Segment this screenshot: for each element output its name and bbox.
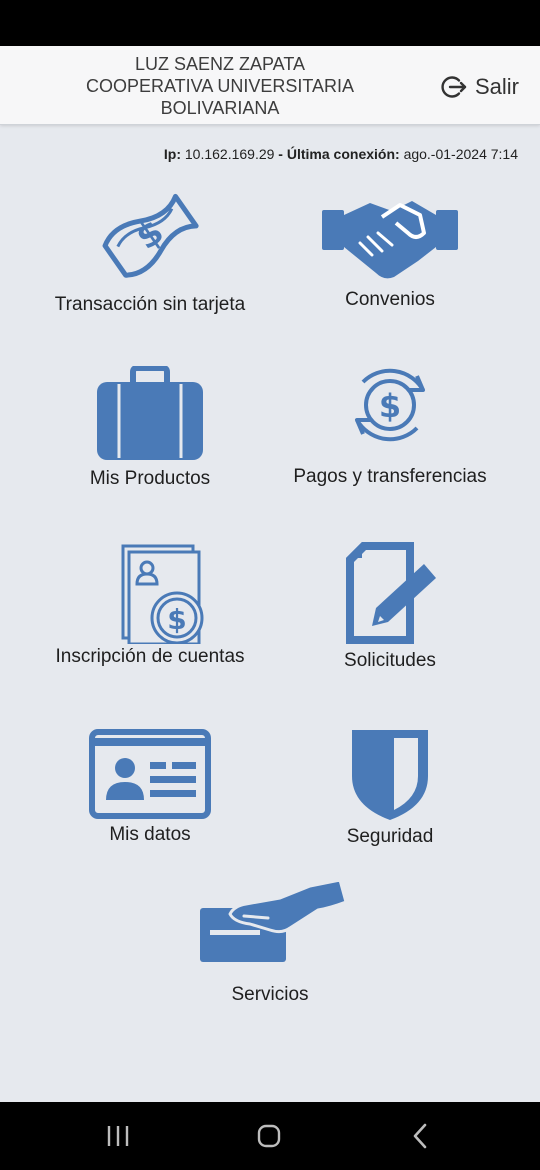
menu-item-pagos-y-transferencias[interactable]: $ Pagos y transferencias (265, 360, 515, 488)
document-edit-icon (346, 542, 436, 644)
menu-label: Mis Productos (89, 468, 211, 489)
menu-item-convenios[interactable]: Convenios (265, 185, 515, 311)
svg-text:$: $ (379, 387, 401, 425)
separator: - (274, 146, 287, 162)
id-card-icon (89, 729, 211, 819)
recent-apps-icon (107, 1126, 129, 1146)
recent-apps-button[interactable] (104, 1122, 132, 1150)
status-bar (0, 0, 540, 46)
home-icon (257, 1124, 281, 1148)
menu-item-mis-datos[interactable]: Mis datos (25, 728, 275, 846)
app-header: LUZ SAENZ ZAPATA COOPERATIVA UNIVERSITAR… (0, 46, 540, 125)
last-connection-label: Última conexión: (286, 146, 400, 162)
menu-label: Solicitudes (344, 650, 436, 671)
title-line-3: BOLIVARIANA (160, 98, 280, 118)
last-connection-value: ago.-01-2024 7:14 (403, 146, 518, 162)
account-docs-icon: $ (121, 544, 204, 644)
title-line-1: LUZ SAENZ ZAPATA (134, 54, 306, 74)
logout-icon (441, 76, 467, 98)
logout-button[interactable]: Salir (440, 72, 519, 102)
dollar-cycle-icon: $ (355, 368, 425, 442)
android-nav-bar (0, 1102, 540, 1170)
menu-item-mis-productos[interactable]: Mis Productos (25, 366, 275, 490)
page-title: LUZ SAENZ ZAPATA COOPERATIVA UNIVERSITAR… (60, 53, 380, 119)
menu-label: Seguridad (346, 826, 434, 847)
menu-item-servicios[interactable]: Servicios (145, 878, 395, 1006)
menu-label: Mis datos (109, 824, 191, 845)
menu-label: Servicios (231, 984, 309, 1005)
menu-label: Convenios (345, 289, 435, 310)
menu-item-inscripcion-de-cuentas[interactable]: $ Inscripción de cuentas (25, 542, 275, 668)
title-line-2: COOPERATIVA UNIVERSITARIA (85, 76, 355, 96)
menu-item-solicitudes[interactable]: Solicitudes (265, 540, 515, 672)
ip-label: Ip: (163, 146, 181, 162)
menu-label: Inscripción de cuentas (55, 646, 245, 667)
menu-label: Transacción sin tarjeta (54, 294, 246, 315)
menu-item-transaccion-sin-tarjeta[interactable]: $ Transacción sin tarjeta (25, 180, 275, 316)
hand-card-icon (200, 878, 348, 962)
briefcase-icon (97, 366, 203, 460)
back-icon (413, 1123, 427, 1149)
handshake-icon (322, 201, 458, 279)
shield-icon (352, 730, 428, 820)
home-button[interactable] (254, 1122, 284, 1150)
svg-text:$: $ (167, 603, 186, 636)
connection-info: Ip: 10.162.169.29 - Última conexión: ago… (164, 146, 518, 162)
menu-label: Pagos y transferencias (293, 466, 487, 487)
logout-label: Salir (475, 74, 520, 99)
menu-item-seguridad[interactable]: Seguridad (265, 726, 515, 848)
back-button[interactable] (408, 1122, 432, 1150)
ip-value: 10.162.169.29 (184, 146, 275, 162)
money-bill-icon: $ (102, 193, 199, 278)
